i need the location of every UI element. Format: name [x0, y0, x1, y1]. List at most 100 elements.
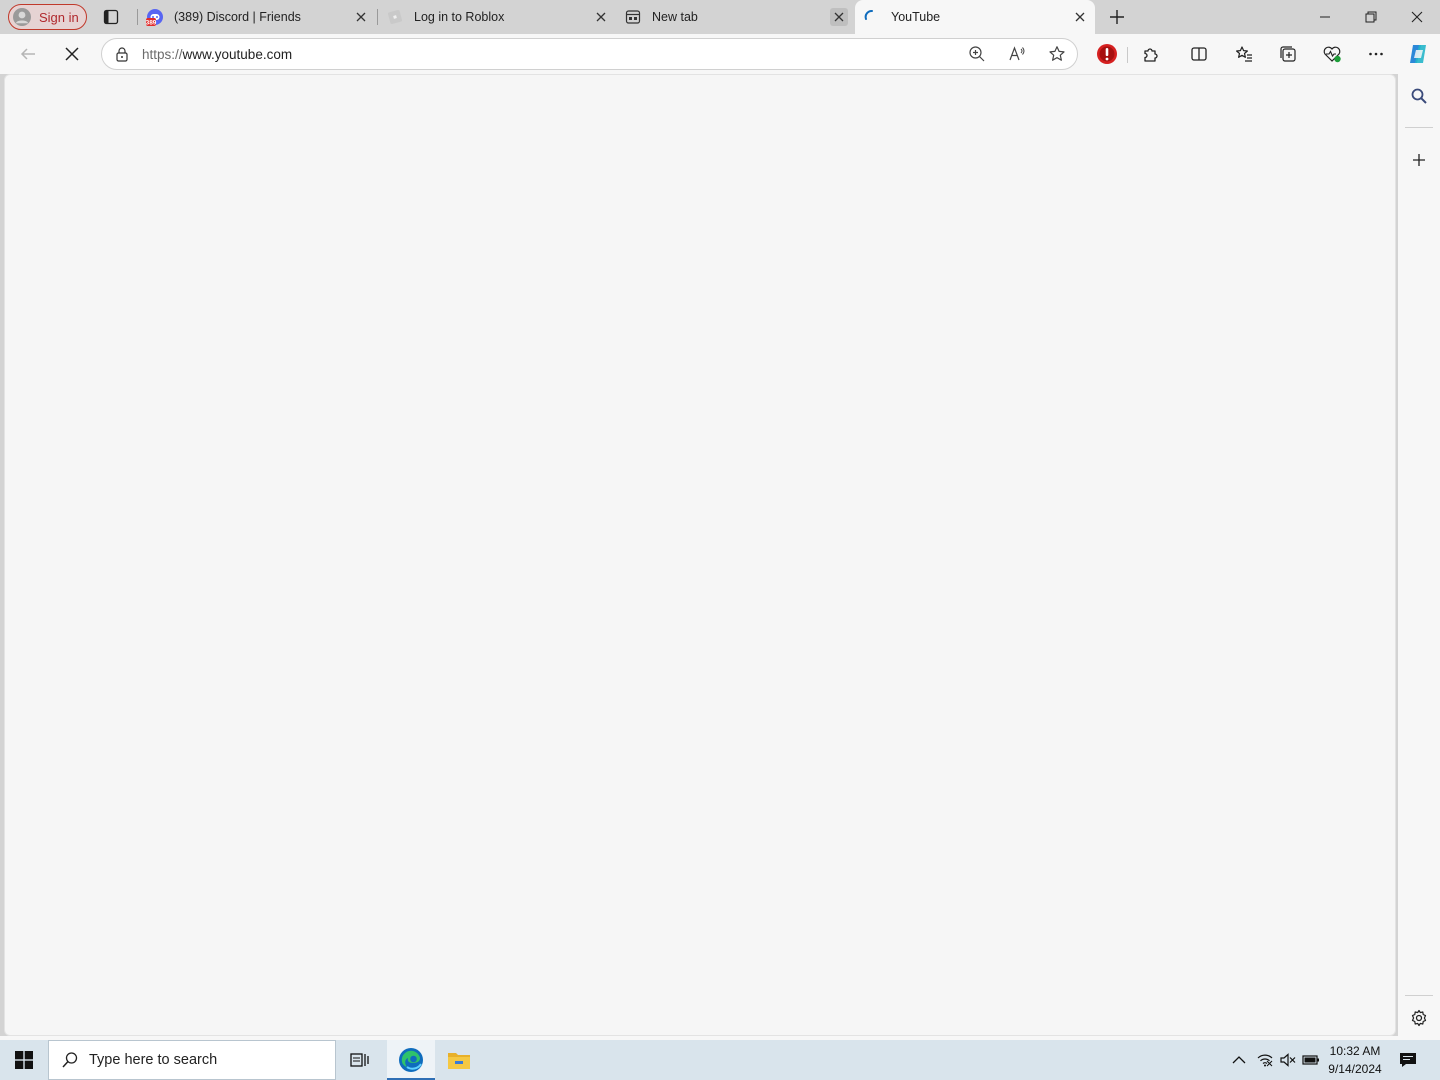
- taskbar-file-explorer-button[interactable]: [435, 1040, 483, 1080]
- back-arrow-icon: [20, 48, 35, 60]
- minimize-button[interactable]: [1302, 0, 1348, 34]
- extension-red-button[interactable]: [1092, 40, 1122, 68]
- url-host: www.youtube.com: [182, 46, 293, 62]
- favorite-button[interactable]: [1037, 40, 1077, 68]
- stop-icon: [65, 47, 79, 61]
- restore-icon: [1365, 11, 1377, 23]
- gear-icon: [1411, 1009, 1427, 1027]
- tab-close-button[interactable]: [592, 8, 610, 26]
- tab-actions-icon: [103, 9, 119, 25]
- new-tab-icon: [624, 8, 642, 26]
- tab-title: New tab: [652, 10, 698, 24]
- volume-button[interactable]: [1277, 1040, 1299, 1080]
- copilot-icon: [1410, 45, 1426, 63]
- favorites-list-icon: [1236, 46, 1252, 62]
- volume-muted-icon: [1280, 1053, 1296, 1067]
- tab-youtube[interactable]: YouTube: [855, 0, 1095, 34]
- loading-spinner-icon: [863, 8, 881, 26]
- close-icon: [1075, 12, 1085, 22]
- close-icon: [834, 12, 844, 22]
- network-status-button[interactable]: [1254, 1040, 1276, 1080]
- copilot-button[interactable]: [1403, 40, 1433, 68]
- profile-signin-button[interactable]: Sign in: [8, 4, 87, 30]
- sidebar-search-button[interactable]: [1404, 82, 1434, 110]
- restore-button[interactable]: [1348, 0, 1394, 34]
- signin-label: Sign in: [39, 9, 79, 25]
- zoom-in-icon: [969, 46, 985, 62]
- tab-close-button[interactable]: [830, 8, 848, 26]
- tab-strip: Sign in 389 (389) Discord | Friends Log …: [0, 0, 1440, 34]
- web-page-content[interactable]: [4, 74, 1396, 1036]
- windows-taskbar: Type here to search 10:32 AM 9/14/2024: [0, 1040, 1440, 1080]
- notifications-button[interactable]: [1392, 1040, 1424, 1080]
- tab-title: YouTube: [891, 10, 941, 24]
- close-icon: [596, 12, 606, 22]
- search-icon: [62, 1052, 78, 1068]
- sidebar-add-button[interactable]: [1404, 146, 1434, 174]
- extensions-button[interactable]: [1136, 40, 1166, 68]
- tab-new-tab[interactable]: New tab: [616, 2, 854, 32]
- tab-close-button[interactable]: [352, 8, 370, 26]
- tab-discord[interactable]: 389 (389) Discord | Friends: [138, 2, 376, 32]
- address-bar[interactable]: https://www.youtube.com: [101, 38, 1078, 70]
- profile-avatar-icon: [13, 8, 31, 26]
- toolbar-separator: [1127, 47, 1128, 63]
- back-button[interactable]: [13, 40, 43, 68]
- tab-roblox[interactable]: Log in to Roblox: [378, 2, 616, 32]
- heart-pulse-icon: [1323, 46, 1341, 63]
- search-icon: [1411, 88, 1427, 104]
- tab-actions-button[interactable]: [98, 5, 124, 29]
- close-window-button[interactable]: [1394, 0, 1440, 34]
- taskbar-edge-button[interactable]: [387, 1040, 435, 1080]
- close-icon: [356, 12, 366, 22]
- ellipsis-icon: [1369, 52, 1383, 56]
- collections-icon: [1280, 46, 1296, 62]
- edge-sidebar: [1398, 74, 1440, 1036]
- stop-loading-button[interactable]: [57, 40, 87, 68]
- plus-icon: [1413, 154, 1425, 166]
- favorites-button[interactable]: [1229, 40, 1259, 68]
- more-options-button[interactable]: [1361, 40, 1391, 68]
- windows-logo-icon: [15, 1051, 33, 1069]
- wifi-icon: [1257, 1054, 1273, 1067]
- read-aloud-button[interactable]: [997, 40, 1037, 68]
- edge-browser-icon: [399, 1048, 423, 1072]
- zoom-button[interactable]: [957, 40, 997, 68]
- taskbar-search-box[interactable]: Type here to search: [48, 1040, 336, 1080]
- discord-badge: 389: [146, 20, 157, 27]
- clock-time: 10:32 AM: [1329, 1044, 1381, 1058]
- sidebar-settings-button[interactable]: [1404, 1004, 1434, 1032]
- new-tab-button[interactable]: [1104, 5, 1130, 29]
- browser-toolbar: https://www.youtube.com: [0, 34, 1440, 74]
- close-icon: [1411, 11, 1423, 23]
- battery-charging-icon: [1302, 1055, 1319, 1065]
- split-screen-icon: [1191, 47, 1207, 61]
- task-view-icon: [350, 1053, 369, 1067]
- battery-button[interactable]: [1299, 1040, 1323, 1080]
- sidebar-divider: [1405, 995, 1433, 996]
- minimize-icon: [1320, 16, 1330, 18]
- discord-icon: 389: [146, 8, 164, 26]
- split-screen-button[interactable]: [1184, 40, 1214, 68]
- plus-icon: [1110, 10, 1124, 24]
- tab-title: Log in to Roblox: [414, 10, 505, 24]
- tab-title: (389) Discord | Friends: [174, 10, 301, 24]
- start-button[interactable]: [0, 1040, 48, 1080]
- red-extension-icon: [1097, 44, 1117, 64]
- clock-date: 9/14/2024: [1328, 1062, 1382, 1076]
- taskbar-search-placeholder: Type here to search: [89, 1052, 218, 1068]
- lock-icon[interactable]: [102, 46, 142, 62]
- tab-close-button[interactable]: [1071, 8, 1089, 26]
- chevron-up-icon: [1232, 1056, 1246, 1064]
- sidebar-divider: [1405, 127, 1433, 128]
- notification-icon: [1400, 1053, 1416, 1067]
- read-aloud-icon: [1009, 46, 1025, 61]
- collections-button[interactable]: [1273, 40, 1303, 68]
- taskbar-clock[interactable]: 10:32 AM 9/14/2024: [1322, 1042, 1388, 1078]
- show-hidden-icons-button[interactable]: [1226, 1040, 1252, 1080]
- puzzle-icon: [1144, 48, 1158, 62]
- browser-essentials-button[interactable]: [1317, 40, 1347, 68]
- url-text[interactable]: https://www.youtube.com: [142, 47, 957, 62]
- task-view-button[interactable]: [336, 1040, 384, 1080]
- url-scheme: https://: [142, 46, 183, 62]
